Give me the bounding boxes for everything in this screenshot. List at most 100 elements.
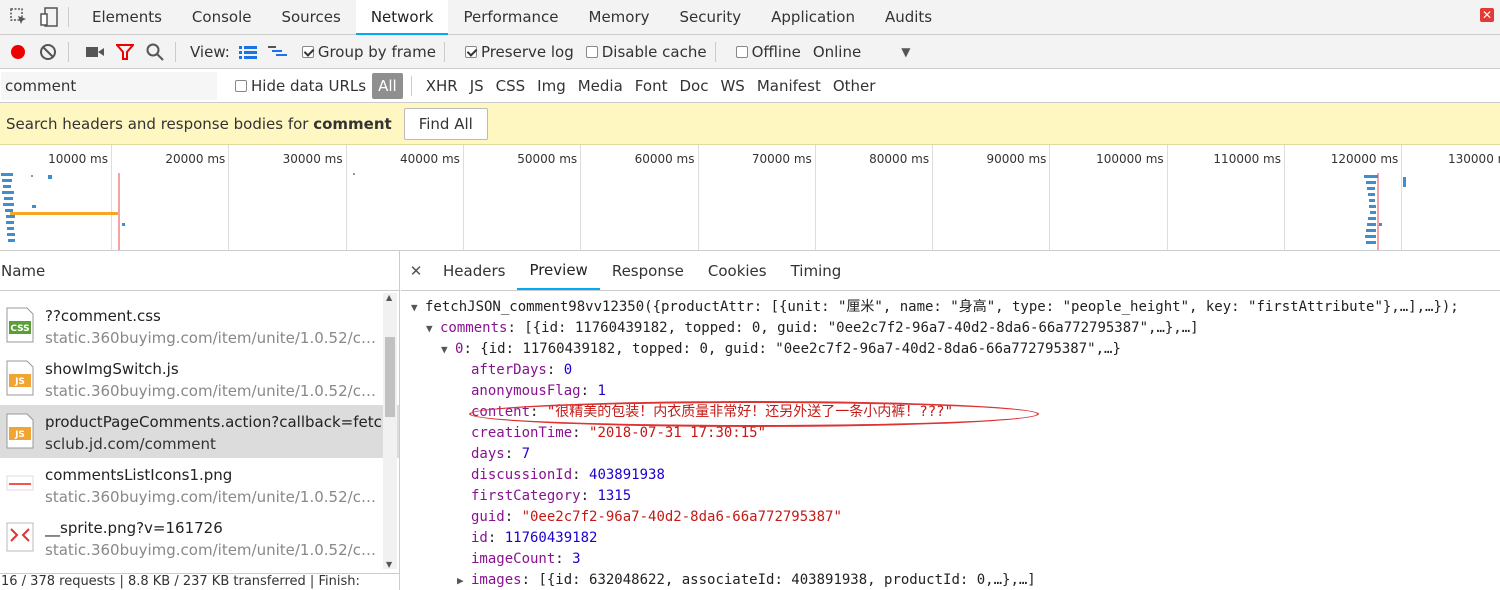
detail-tab-preview[interactable]: Preview xyxy=(517,252,600,290)
tab-console[interactable]: Console xyxy=(177,0,267,34)
view-label: View: xyxy=(190,42,230,61)
search-icon[interactable] xyxy=(143,40,167,64)
tab-audits[interactable]: Audits xyxy=(870,0,947,34)
tree-key: creationTime xyxy=(471,425,573,441)
filter-type-media[interactable]: Media xyxy=(572,73,629,99)
group-by-frame-checkbox[interactable] xyxy=(301,45,314,58)
capture-screenshots-icon[interactable] xyxy=(83,40,107,64)
tree-images-row[interactable]: ▶ images: [{id: 632048622, associateId: 4… xyxy=(401,570,1500,590)
device-toolbar-icon[interactable] xyxy=(38,6,60,28)
tree-key: afterDays xyxy=(471,362,547,378)
network-overview[interactable]: 10000 ms 20000 ms 30000 ms 40000 ms 50000 ms… xyxy=(0,145,1500,251)
scroll-up-icon[interactable]: ▲ xyxy=(386,293,392,302)
css-file-icon: CSS xyxy=(5,307,35,343)
overview-waterfall-icon[interactable] xyxy=(266,40,290,64)
request-domain: static.360buyimg.com/item/unite/1.0.52/c… xyxy=(45,382,385,400)
tree-value: [{id: 11760439182, topped: 0, guid: "0ee… xyxy=(524,320,1199,336)
request-row[interactable]: commentsListIcons1.png static.360buyimg.c… xyxy=(0,458,399,511)
tab-application[interactable]: Application xyxy=(756,0,870,34)
tree-value: 3 xyxy=(572,551,581,567)
close-detail-icon[interactable]: ✕ xyxy=(401,262,431,280)
annotation-ellipse xyxy=(469,401,1039,427)
tab-memory[interactable]: Memory xyxy=(574,0,665,34)
tab-network[interactable]: Network xyxy=(355,0,449,35)
chevron-down-icon[interactable]: ▼ xyxy=(901,45,910,59)
filter-type-other[interactable]: Other xyxy=(827,73,882,99)
request-name: __sprite.png?v=161726 xyxy=(45,519,223,537)
filter-type-ws[interactable]: WS xyxy=(714,73,750,99)
svg-text:JS: JS xyxy=(14,430,25,440)
detail-tabs: ✕ Headers Preview Response Cookies Timing xyxy=(401,251,1500,291)
tree-field-row[interactable]: days: 7 xyxy=(401,444,1500,465)
filter-input[interactable] xyxy=(1,72,217,100)
offline-checkbox[interactable] xyxy=(735,45,748,58)
clear-button[interactable] xyxy=(36,40,60,64)
expanded-triangle-icon: ▼ xyxy=(441,343,448,356)
filter-type-doc[interactable]: Doc xyxy=(673,73,714,99)
tree-key: imageCount xyxy=(471,551,556,567)
filter-type-css[interactable]: CSS xyxy=(490,73,532,99)
tree-value: 1 xyxy=(597,383,606,399)
tree-field-row[interactable]: discussionId: 403891938 xyxy=(401,465,1500,486)
inspect-element-icon[interactable] xyxy=(8,6,30,28)
tab-elements[interactable]: Elements xyxy=(77,0,177,34)
tree-field-row[interactable]: firstCategory: 1315 xyxy=(401,486,1500,507)
tree-comments-row[interactable]: ▼ comments: [{id: 11760439182, topped: 0,… xyxy=(401,318,1500,339)
tree-value: 0 xyxy=(563,362,573,378)
find-all-button[interactable]: Find All xyxy=(403,107,488,140)
tree-field-row[interactable]: creationTime: "2018-07-31 17:30:15" xyxy=(401,423,1500,444)
filter-type-xhr[interactable]: XHR xyxy=(420,73,464,99)
disable-cache-checkbox[interactable] xyxy=(585,45,598,58)
tab-security[interactable]: Security xyxy=(665,0,757,34)
large-rows-icon[interactable] xyxy=(236,40,260,64)
detail-tab-timing[interactable]: Timing xyxy=(779,252,854,290)
request-row[interactable]: CSS ??comment.css static.360buyimg.com/ite… xyxy=(0,299,399,352)
preserve-log-checkbox[interactable] xyxy=(464,45,477,58)
request-row[interactable]: __sprite.png?v=161726 static.360buyimg.co… xyxy=(0,511,399,564)
separator xyxy=(443,41,445,62)
tree-field-row[interactable]: imageCount: 3 xyxy=(401,549,1500,570)
close-devtools-icon[interactable]: ✕ xyxy=(1480,8,1494,22)
status-bar: 16 / 378 requests | 8.8 KB / 237 KB tran… xyxy=(0,573,399,590)
tree-value: {id: 11760439182, topped: 0, guid: "0ee2… xyxy=(480,341,1121,357)
request-list-scrollbar[interactable]: ▲ ▼ xyxy=(383,293,397,569)
tree-key: id xyxy=(471,530,488,546)
filter-type-manifest[interactable]: Manifest xyxy=(751,73,827,99)
hide-data-urls-checkbox[interactable] xyxy=(235,80,247,92)
resource-type-filters: All XHR JS CSS Img Media Font Doc WS Manifest Othe… xyxy=(372,73,881,99)
request-row[interactable]: JS productPageComments.action?callback=fe… xyxy=(0,405,399,458)
js-file-icon: JS xyxy=(5,413,35,449)
filter-type-font[interactable]: Font xyxy=(629,73,674,99)
request-row[interactable]: JS showImgSwitch.js static.360buyimg.com/i… xyxy=(0,352,399,405)
tree-value: 1315 xyxy=(597,488,632,504)
filter-type-img[interactable]: Img xyxy=(531,73,572,99)
partial-row xyxy=(0,291,399,299)
tree-field-row[interactable]: guid: "0ee2c7f2-96a7-40d2-8da6-66a772795… xyxy=(401,507,1500,528)
filter-icon[interactable] xyxy=(113,40,137,64)
tree-value: [{id: 632048622, associateId: 403891938,… xyxy=(538,572,1036,588)
detail-tab-response[interactable]: Response xyxy=(600,252,696,290)
collapsed-triangle-icon: ▶ xyxy=(457,574,464,587)
scroll-down-icon[interactable]: ▼ xyxy=(386,560,392,569)
tab-sources[interactable]: Sources xyxy=(266,0,355,34)
tree-field-row[interactable]: afterDays: 0 xyxy=(401,360,1500,381)
filter-type-all[interactable]: All xyxy=(372,73,403,99)
detail-tab-headers[interactable]: Headers xyxy=(431,252,517,290)
record-button[interactable] xyxy=(6,40,30,64)
tree-item-row[interactable]: ▼ 0: {id: 11760439182, topped: 0, guid: "… xyxy=(401,339,1500,360)
devtools-tab-bar: Elements Console Sources Network Performance… xyxy=(0,0,1500,35)
tree-key: comments xyxy=(440,320,508,336)
tree-field-row[interactable]: id: 11760439182 xyxy=(401,528,1500,549)
throttling-select[interactable]: Online xyxy=(813,43,861,61)
separator xyxy=(410,76,412,96)
tree-field-row[interactable]: anonymousFlag: 1 xyxy=(401,381,1500,402)
tree-root-row[interactable]: ▼ fetchJSON_comment98vv12350({productAttr… xyxy=(401,297,1500,318)
filter-type-js[interactable]: JS xyxy=(464,73,490,99)
scrollbar-thumb[interactable] xyxy=(385,337,395,417)
detail-tab-cookies[interactable]: Cookies xyxy=(696,252,779,290)
separator xyxy=(68,41,69,62)
preserve-log-label: Preserve log xyxy=(480,42,574,61)
tab-performance[interactable]: Performance xyxy=(448,0,573,34)
name-column-header[interactable]: Name xyxy=(0,251,399,291)
sprite-image-icon xyxy=(5,519,35,555)
